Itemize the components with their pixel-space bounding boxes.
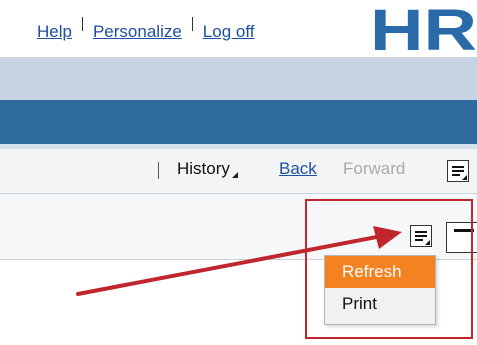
highlight-box	[305, 199, 473, 339]
link-separator	[81, 17, 83, 31]
history-nav-row: History Back Forward	[0, 149, 477, 194]
forward-link: Forward	[343, 159, 406, 178]
header-band-dark	[0, 100, 477, 144]
nav-menu-button[interactable]	[447, 160, 469, 182]
nav-separator	[158, 162, 159, 179]
dropdown-triangle-icon	[231, 172, 238, 178]
dropdown-corner-icon	[462, 175, 467, 180]
top-header: Help Personalize Log off HR	[0, 0, 477, 57]
help-link[interactable]: Help	[37, 22, 72, 41]
link-separator	[191, 17, 193, 31]
personalize-link[interactable]: Personalize	[93, 22, 182, 41]
history-label: History	[177, 159, 230, 178]
back-link[interactable]: Back	[279, 159, 317, 179]
history-dropdown[interactable]: History	[177, 159, 238, 179]
logoff-link[interactable]: Log off	[203, 22, 255, 41]
top-links: Help Personalize Log off	[37, 17, 255, 42]
hr-logo: HR	[370, 6, 477, 56]
header-band-light	[0, 57, 477, 100]
logo-text: HR	[370, 6, 477, 56]
